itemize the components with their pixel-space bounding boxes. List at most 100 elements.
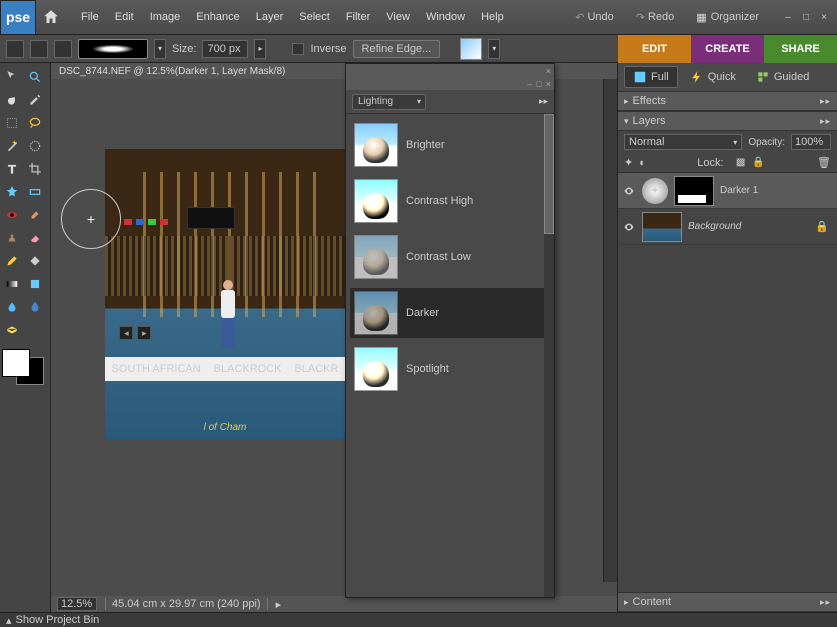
magic-wand-tool[interactable] <box>2 136 22 156</box>
eraser-tool[interactable] <box>25 228 45 248</box>
undo-button[interactable]: ↶ Undo <box>567 8 622 27</box>
size-label: Size: <box>172 43 196 55</box>
cookie-cutter-tool[interactable] <box>2 182 22 202</box>
organizer-button[interactable]: ▦ Organizer <box>688 8 767 27</box>
delete-layer-icon[interactable]: 🗑 <box>817 156 831 169</box>
gradient-tool[interactable] <box>2 274 22 294</box>
paint-bucket-tool[interactable] <box>25 251 45 271</box>
inverse-checkbox[interactable] <box>292 43 304 55</box>
effects-scrollbar[interactable] <box>544 114 554 597</box>
zoom-tool[interactable] <box>25 67 45 87</box>
brush-preview[interactable] <box>78 39 148 59</box>
panel-menu-icon[interactable]: ▸▸ <box>820 116 831 127</box>
minimize-icon[interactable]: – <box>527 79 532 89</box>
crop-tool[interactable] <box>25 159 45 179</box>
eyedropper-tool[interactable] <box>25 90 45 110</box>
mode-tab-share[interactable]: SHARE <box>764 35 837 63</box>
maximize-icon[interactable]: □ <box>536 79 541 89</box>
straighten-tool[interactable] <box>25 182 45 202</box>
blur-tool[interactable] <box>25 297 45 317</box>
type-tool[interactable] <box>2 159 22 179</box>
project-bin-bar[interactable]: ▴ Show Project Bin <box>0 612 837 627</box>
size-input[interactable]: 700 px <box>202 40 248 58</box>
layer-mask-thumb[interactable] <box>674 176 714 206</box>
brush-picker-dropdown[interactable]: ▾ <box>154 39 166 59</box>
menu-select[interactable]: Select <box>292 7 337 27</box>
adjustment-dropdown[interactable]: ▾ <box>488 39 500 59</box>
marquee-tool[interactable] <box>2 113 22 133</box>
move-tool[interactable] <box>2 67 22 87</box>
foreground-color-swatch[interactable] <box>2 349 30 377</box>
layers-panel-header[interactable]: ▾Layers▸▸ <box>618 111 837 131</box>
quick-selection-tool[interactable] <box>25 136 45 156</box>
brush-mode1-icon[interactable] <box>30 40 48 58</box>
layer-name[interactable]: Darker 1 <box>720 185 758 196</box>
vertical-scrollbar[interactable] <box>603 79 617 582</box>
refine-edge-button[interactable]: Refine Edge... <box>353 40 441 58</box>
menu-enhance[interactable]: Enhance <box>189 7 246 27</box>
effect-item-brighter[interactable]: Brighter <box>350 120 550 170</box>
lock-transparent-icon[interactable]: ▩ <box>734 156 748 170</box>
zoom-input[interactable]: 12.5% <box>57 597 97 611</box>
view-tab-guided[interactable]: Guided <box>748 67 817 87</box>
tool-preset-icon[interactable] <box>6 40 24 58</box>
effect-item-spotlight[interactable]: Spotlight <box>350 344 550 394</box>
effect-item-contrast-high[interactable]: Contrast High <box>350 176 550 226</box>
home-icon[interactable] <box>36 0 66 35</box>
layer-mask-icon[interactable]: ◐ <box>639 157 646 169</box>
layer-thumb[interactable] <box>642 212 682 242</box>
menu-view[interactable]: View <box>379 7 417 27</box>
menu-edit[interactable]: Edit <box>108 7 141 27</box>
opacity-input[interactable]: 100% <box>791 134 831 150</box>
hand-tool[interactable] <box>2 90 22 110</box>
panel-expand-icon[interactable]: ▸▸ <box>539 96 548 107</box>
image-content: SOUTH AFRICANBLACKROCKBLACKR ◂▸ l of Cha… <box>105 149 345 439</box>
sponge-tool[interactable] <box>2 320 22 340</box>
lock-all-icon[interactable]: 🔒 <box>752 156 766 170</box>
color-swatches[interactable] <box>2 349 44 385</box>
redo-button[interactable]: ↷ Redo <box>628 8 683 27</box>
adjustment-preview-thumb[interactable] <box>460 38 482 60</box>
close-icon[interactable]: × <box>546 79 551 89</box>
smart-brush-tool[interactable] <box>2 297 22 317</box>
menu-help[interactable]: Help <box>474 7 511 27</box>
panel-menu-icon[interactable]: ▸▸ <box>820 597 831 608</box>
minimize-icon[interactable]: – <box>781 10 795 24</box>
view-tab-quick[interactable]: Quick <box>682 67 744 87</box>
content-panel-header[interactable]: ▸Content▸▸ <box>618 592 837 612</box>
maximize-icon[interactable]: □ <box>799 10 813 24</box>
shape-tool[interactable] <box>25 274 45 294</box>
effect-item-darker[interactable]: Darker <box>350 288 550 338</box>
menu-file[interactable]: File <box>74 7 106 27</box>
visibility-toggle-icon[interactable] <box>622 220 636 234</box>
panel-menu-icon[interactable]: ▸▸ <box>820 96 831 107</box>
pencil-tool[interactable] <box>2 251 22 271</box>
mode-tab-create[interactable]: CREATE <box>691 35 764 63</box>
view-tab-full[interactable]: Full <box>624 66 678 88</box>
close-icon[interactable]: × <box>546 66 551 76</box>
new-adjustment-icon[interactable]: ✦ <box>624 156 633 169</box>
lock-icon: 🔒 <box>815 220 829 233</box>
red-eye-tool[interactable] <box>2 205 22 225</box>
effects-panel-header[interactable]: ▸Effects▸▸ <box>618 91 837 111</box>
close-icon[interactable]: × <box>817 10 831 24</box>
effect-item-contrast-low[interactable]: Contrast Low <box>350 232 550 282</box>
blend-mode-select[interactable]: Normal <box>624 134 742 150</box>
menu-layer[interactable]: Layer <box>249 7 291 27</box>
clone-stamp-tool[interactable] <box>2 228 22 248</box>
visibility-toggle-icon[interactable] <box>622 184 636 198</box>
size-slider-dropdown[interactable]: ▸ <box>254 39 266 59</box>
status-menu-icon[interactable]: ▸ <box>276 598 282 611</box>
menu-window[interactable]: Window <box>419 7 472 27</box>
layer-name[interactable]: Background <box>688 221 741 232</box>
lasso-tool[interactable] <box>25 113 45 133</box>
menu-filter[interactable]: Filter <box>339 7 377 27</box>
layer-row-darker[interactable]: ✦ Darker 1 <box>618 173 837 209</box>
healing-brush-tool[interactable] <box>25 205 45 225</box>
mode-tab-edit[interactable]: EDIT <box>618 35 691 63</box>
layer-row-background[interactable]: Background 🔒 <box>618 209 837 245</box>
panel-titlebar[interactable]: × <box>346 64 554 78</box>
menu-image[interactable]: Image <box>143 7 188 27</box>
brush-mode2-icon[interactable] <box>54 40 72 58</box>
effects-category-select[interactable]: Lighting <box>352 94 426 110</box>
